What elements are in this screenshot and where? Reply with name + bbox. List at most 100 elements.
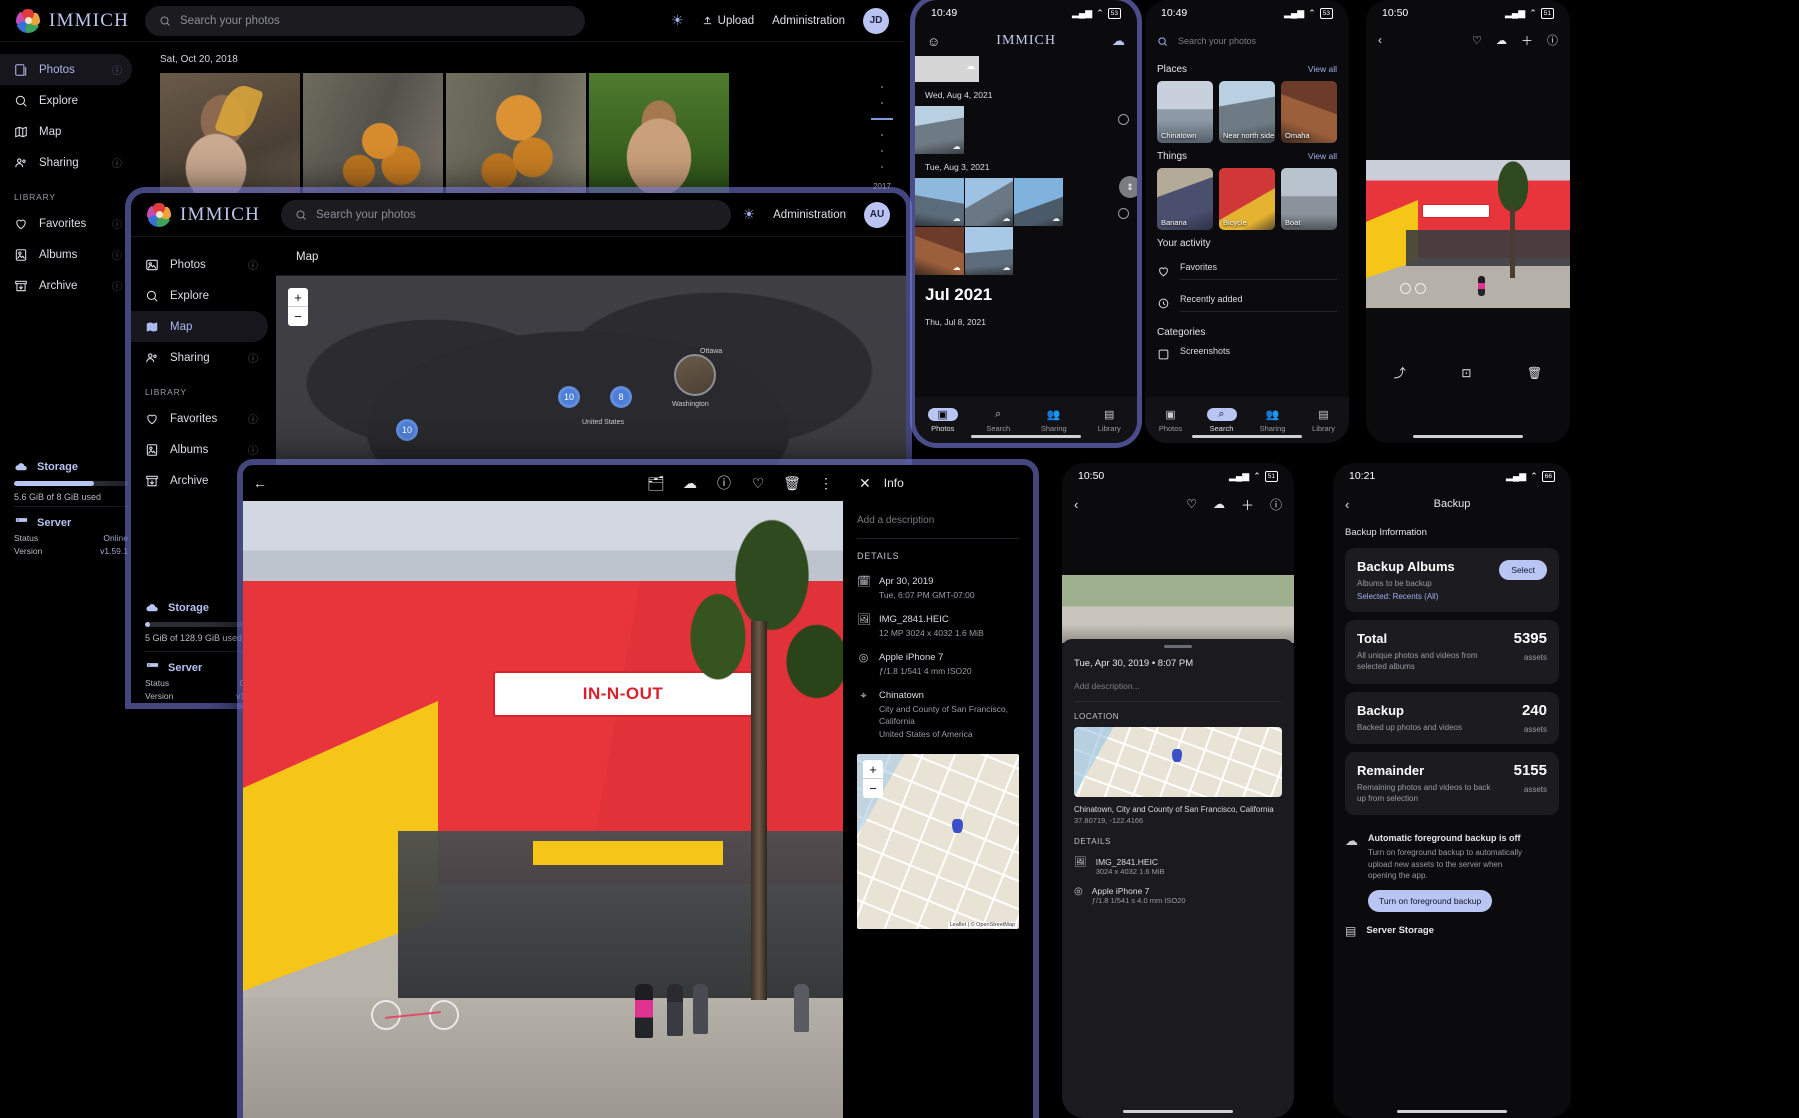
sidebar-item-sharing[interactable]: Sharing ⓘ <box>0 147 132 178</box>
photo-thumbnail[interactable] <box>160 73 300 209</box>
photo-thumbnail[interactable] <box>303 73 443 209</box>
category-item-screenshots[interactable]: Screenshots <box>1145 344 1349 370</box>
tab-photos[interactable]: ▣Photos <box>1145 408 1196 433</box>
photo-thumbnail[interactable]: ☁ <box>915 178 964 226</box>
add-icon[interactable]: ＋ <box>1521 32 1533 49</box>
thing-tile[interactable]: Banana <box>1157 168 1213 230</box>
desktop2-brand[interactable]: IMMICH <box>131 203 281 227</box>
back-icon[interactable]: ← <box>243 475 277 491</box>
server-storage-row[interactable]: ▤ Server Storage <box>1333 912 1571 938</box>
profile-icon[interactable]: ☺ <box>927 34 940 49</box>
minimap-zoom-controls[interactable]: + − <box>863 760 883 798</box>
photo-thumbnail[interactable]: ☁ <box>1014 178 1063 226</box>
map-cluster[interactable]: 8 <box>610 386 632 408</box>
sidebar-item-archive[interactable]: Archive ⓘ <box>0 270 132 301</box>
photo-thumbnail[interactable]: ☁ <box>915 227 964 275</box>
photo-thumbnail[interactable]: ☁ <box>915 106 964 154</box>
sidebar-item-favorites[interactable]: Favorites ⓘ <box>0 208 132 239</box>
tab-library[interactable]: ▤Library <box>1082 408 1138 433</box>
back-icon[interactable]: ‹ <box>1378 33 1382 47</box>
view-all-link[interactable]: View all <box>1308 64 1337 74</box>
select-albums-button[interactable]: Select <box>1499 560 1547 580</box>
archive-icon[interactable]: ⊡ <box>1461 366 1471 380</box>
avatar[interactable]: JD <box>863 8 889 34</box>
detail-minimap[interactable]: + − Leaflet | © OpenStreetMap <box>857 754 1019 929</box>
sidebar-item-map[interactable]: Map <box>0 116 132 147</box>
info-icon[interactable]: ⓘ <box>1547 32 1558 48</box>
album-add-icon[interactable]: 🗂 <box>639 475 673 492</box>
info-icon[interactable]: ⓘ <box>1270 496 1282 513</box>
heart-icon[interactable]: ♡ <box>1186 497 1197 511</box>
download-icon[interactable]: ☁ <box>673 475 707 492</box>
tab-sharing[interactable]: 👥Sharing <box>1026 408 1082 433</box>
info-icon[interactable]: ⓘ <box>707 473 741 493</box>
back-icon[interactable]: ‹ <box>1074 497 1078 512</box>
sidebar-item-explore[interactable]: Explore <box>131 280 268 311</box>
detail-minimap[interactable] <box>1074 727 1282 797</box>
administration-link[interactable]: Administration <box>772 15 845 27</box>
minimap-attribution[interactable]: Leaflet | © OpenStreetMap <box>948 922 1017 928</box>
map-zoom-controls[interactable]: + − <box>288 288 308 326</box>
backup-albums-card[interactable]: Backup Albums Albums to be backup Select… <box>1345 548 1559 612</box>
phone-detail-photo-strip[interactable] <box>1062 575 1294 643</box>
delete-icon[interactable]: 🗑 <box>1527 366 1542 380</box>
heart-icon[interactable]: ♡ <box>1472 34 1482 47</box>
photo-thumbnail[interactable] <box>446 73 586 209</box>
sidebar-item-favorites[interactable]: Favorites ⓘ <box>131 403 268 434</box>
heart-icon[interactable]: ♡ <box>741 475 775 492</box>
phone-search-appbar[interactable]: Search your photos <box>1145 26 1349 56</box>
activity-item-recently-added[interactable]: Recently added <box>1145 287 1349 319</box>
search-input[interactable]: Search your photos <box>145 6 585 36</box>
desktop1-brand[interactable]: IMMICH <box>0 9 145 33</box>
cloud-download-icon[interactable]: ☁ <box>1213 497 1225 511</box>
view-all-link[interactable]: View all <box>1308 151 1337 161</box>
share-icon[interactable]: ⤴ <box>1394 364 1406 381</box>
avatar[interactable]: AU <box>864 202 890 228</box>
map-photo-marker[interactable] <box>674 354 716 396</box>
phone-viewer-photo[interactable] <box>1366 160 1570 308</box>
tab-search[interactable]: ⌕Search <box>1196 408 1247 433</box>
description-input[interactable]: Add description... <box>1074 669 1282 702</box>
sidebar-item-map[interactable]: Map <box>131 311 268 342</box>
place-tile[interactable]: Near north side <box>1219 81 1275 143</box>
sidebar-item-albums[interactable]: Albums ⓘ <box>0 239 132 270</box>
minimap-zoom-in-button[interactable]: + <box>863 760 883 779</box>
tab-library[interactable]: ▤Library <box>1298 408 1349 433</box>
sidebar-item-albums[interactable]: Albums ⓘ <box>131 434 268 465</box>
map-zoom-out-button[interactable]: − <box>288 307 308 326</box>
administration-link[interactable]: Administration <box>773 209 846 221</box>
sidebar-item-explore[interactable]: Explore <box>0 85 132 116</box>
backup-status-icon[interactable]: ☁ <box>1112 33 1125 49</box>
turn-on-foreground-backup-button[interactable]: Turn on foreground backup <box>1368 890 1492 912</box>
delete-icon[interactable]: 🗑 <box>775 475 809 492</box>
place-tile[interactable]: Omaha <box>1281 81 1337 143</box>
search-input[interactable]: Search your photos <box>281 200 731 230</box>
map-cluster[interactable]: 10 <box>558 386 580 408</box>
sidebar-item-sharing[interactable]: Sharing ⓘ <box>131 342 268 373</box>
select-day-checkbox[interactable] <box>1118 114 1129 125</box>
sidebar-item-photos[interactable]: Photos ⓘ <box>0 54 132 85</box>
activity-item-favorites[interactable]: Favorites <box>1145 255 1349 287</box>
photo-thumbnail[interactable]: ☁ <box>965 178 1014 226</box>
tab-photos[interactable]: ▣Photos <box>915 408 971 433</box>
photo-thumbnail[interactable]: ☁ <box>965 227 1014 275</box>
map-zoom-in-button[interactable]: + <box>288 288 308 307</box>
tab-sharing[interactable]: 👥Sharing <box>1247 408 1298 433</box>
tab-search[interactable]: ⌕Search <box>971 408 1027 433</box>
theme-toggle-icon[interactable]: ☀ <box>671 12 684 29</box>
sidebar-item-photos[interactable]: Photos ⓘ <box>131 249 268 280</box>
more-icon[interactable]: ⋮ <box>809 475 843 492</box>
sheet-handle[interactable] <box>1164 645 1192 648</box>
map-cluster[interactable]: 10 <box>396 419 418 441</box>
select-day-checkbox[interactable] <box>1118 208 1129 219</box>
add-icon[interactable]: ＋ <box>1241 495 1254 514</box>
theme-toggle-icon[interactable]: ☀ <box>743 206 756 223</box>
cloud-download-icon[interactable]: ☁ <box>1496 34 1507 47</box>
description-input[interactable]: Add a description <box>857 501 1019 539</box>
place-tile[interactable]: Chinatown <box>1157 81 1213 143</box>
close-icon[interactable]: ✕ <box>859 475 871 492</box>
viewer-photo[interactable]: IN-N-OUT <box>243 501 843 1118</box>
thing-tile[interactable]: Boat <box>1281 168 1337 230</box>
scroll-thumb[interactable]: ⇕ <box>1119 176 1137 198</box>
minimap-zoom-out-button[interactable]: − <box>863 779 883 798</box>
